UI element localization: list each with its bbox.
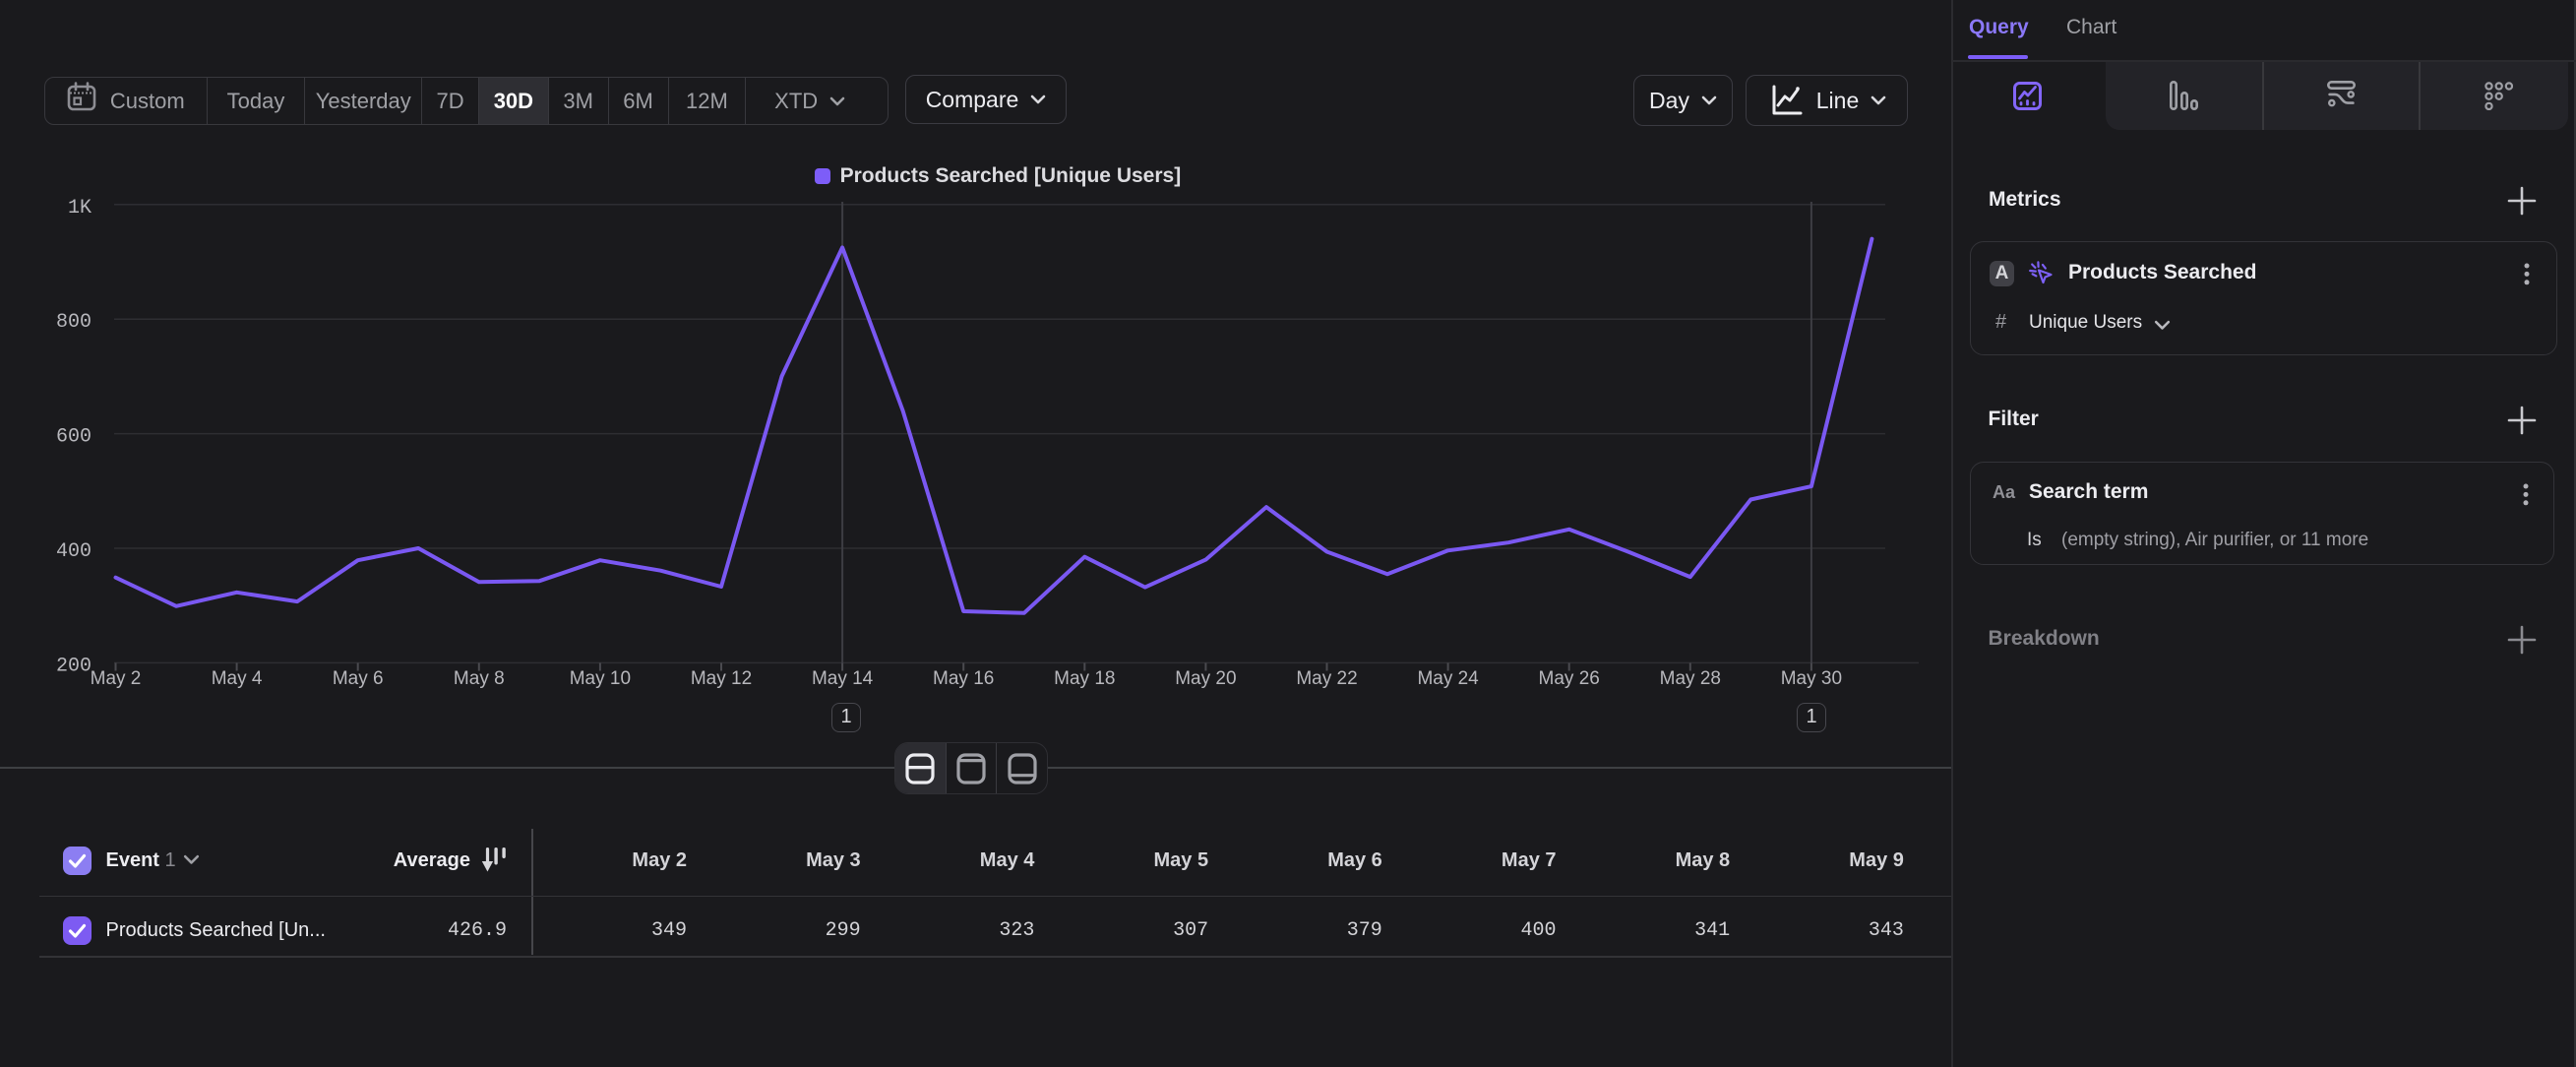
- svg-text:1K: 1K: [68, 197, 92, 220]
- svg-text:400: 400: [56, 540, 92, 563]
- svg-text:May 12: May 12: [691, 668, 752, 689]
- svg-text:May 6: May 6: [333, 668, 384, 689]
- svg-text:200: 200: [56, 655, 92, 677]
- svg-text:May 24: May 24: [1417, 668, 1479, 689]
- svg-text:May 20: May 20: [1175, 668, 1236, 689]
- svg-text:May 28: May 28: [1660, 668, 1721, 689]
- svg-text:600: 600: [56, 426, 92, 449]
- svg-text:May 22: May 22: [1296, 668, 1357, 689]
- svg-text:May 30: May 30: [1781, 668, 1842, 689]
- svg-text:May 2: May 2: [91, 668, 142, 689]
- svg-text:800: 800: [56, 311, 92, 334]
- svg-text:May 14: May 14: [812, 668, 874, 689]
- svg-text:May 16: May 16: [933, 668, 994, 689]
- svg-text:May 10: May 10: [570, 668, 631, 689]
- svg-text:May 26: May 26: [1539, 668, 1600, 689]
- svg-text:May 8: May 8: [454, 668, 505, 689]
- svg-text:May 4: May 4: [212, 668, 263, 689]
- svg-text:May 18: May 18: [1054, 668, 1115, 689]
